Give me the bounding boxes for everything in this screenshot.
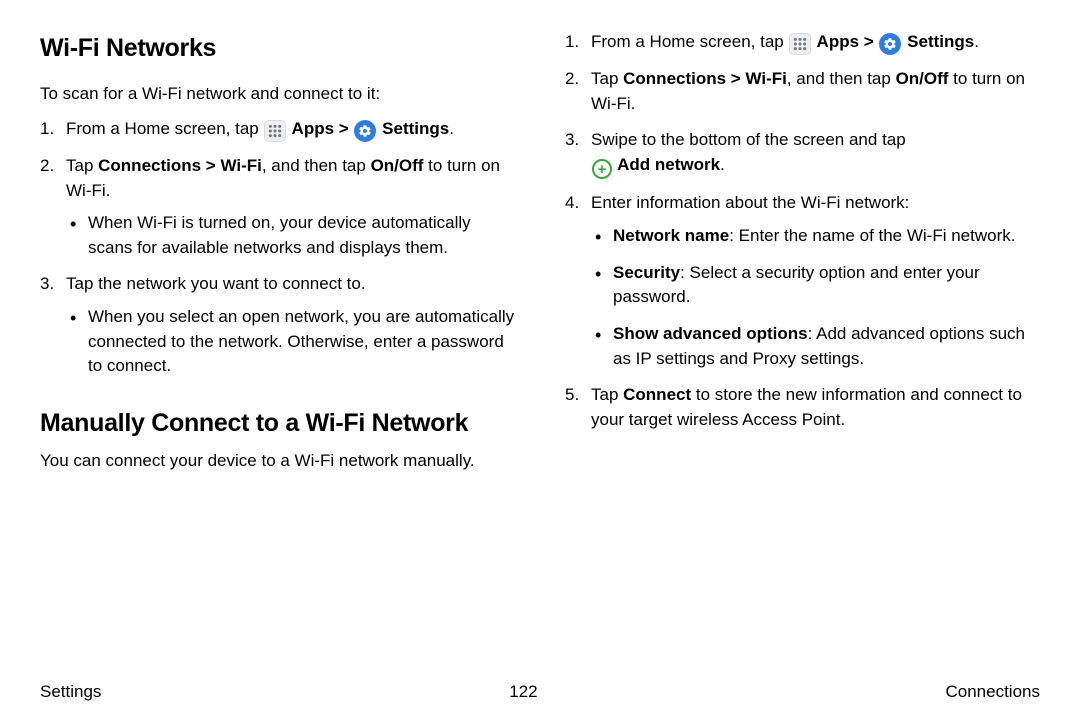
step-4: Enter information about the Wi-Fi networ… — [565, 191, 1040, 371]
bold: Show advanced options — [613, 324, 808, 343]
settings-label: Settings — [902, 32, 974, 51]
step-3: Tap the network you want to connect to. … — [40, 272, 515, 379]
page-content: Wi-Fi Networks To scan for a Wi-Fi netwo… — [0, 0, 1080, 660]
separator: > — [859, 32, 878, 51]
text: Tap — [591, 69, 623, 88]
footer-left: Settings — [40, 682, 101, 702]
bullet-security: Security: Select a security option and e… — [591, 261, 1040, 310]
apps-icon — [264, 120, 286, 142]
heading-manual-connect: Manually Connect to a Wi-Fi Network — [40, 405, 515, 441]
step-3-bullet: When you select an open network, you are… — [66, 305, 515, 379]
apps-label: Apps — [812, 32, 859, 51]
bold: Network name — [613, 226, 729, 245]
add-network-label: Add network — [613, 155, 720, 174]
text: Swipe to the bottom of the screen and ta… — [591, 130, 906, 149]
bold: Connections > Wi-Fi — [623, 69, 787, 88]
text: From a Home screen, tap — [591, 32, 788, 51]
heading-wifi-networks: Wi-Fi Networks — [40, 30, 515, 66]
apps-label: Apps — [287, 119, 334, 138]
settings-icon — [879, 33, 901, 55]
step-2: Tap Connections > Wi-Fi, and then tap On… — [40, 154, 515, 261]
step-1: From a Home screen, tap Apps > Settings. — [40, 117, 515, 142]
add-icon: + — [592, 159, 612, 179]
bold: On/Off — [371, 156, 424, 175]
text: : Enter the name of the Wi-Fi network. — [729, 226, 1015, 245]
step-2: Tap Connections > Wi-Fi, and then tap On… — [565, 67, 1040, 116]
text: . — [449, 119, 454, 138]
text: From a Home screen, tap — [66, 119, 263, 138]
right-column: From a Home screen, tap Apps > Settings.… — [565, 30, 1040, 660]
bold: On/Off — [896, 69, 949, 88]
step-2-bullet: When Wi-Fi is turned on, your device aut… — [66, 211, 515, 260]
bold: Security — [613, 263, 680, 282]
page-footer: Settings 122 Connections — [40, 682, 1040, 702]
step-1: From a Home screen, tap Apps > Settings. — [565, 30, 1040, 55]
bold: Connect — [623, 385, 691, 404]
text: Tap — [591, 385, 623, 404]
bullet-advanced: Show advanced options: Add advanced opti… — [591, 322, 1040, 371]
manual-steps: From a Home screen, tap Apps > Settings.… — [565, 30, 1040, 433]
left-column: Wi-Fi Networks To scan for a Wi-Fi netwo… — [40, 30, 515, 660]
footer-right: Connections — [945, 682, 1040, 702]
text: Enter information about the Wi-Fi networ… — [591, 193, 909, 212]
scan-steps: From a Home screen, tap Apps > Settings.… — [40, 117, 515, 379]
text: , and then tap — [262, 156, 371, 175]
settings-label: Settings — [377, 119, 449, 138]
bold: Connections > Wi-Fi — [98, 156, 262, 175]
step-3: Swipe to the bottom of the screen and ta… — [565, 128, 1040, 179]
separator: > — [334, 119, 353, 138]
text: . — [974, 32, 979, 51]
step-5: Tap Connect to store the new information… — [565, 383, 1040, 432]
bullet-network-name: Network name: Enter the name of the Wi-F… — [591, 224, 1040, 249]
text: Tap — [66, 156, 98, 175]
text: . — [720, 155, 725, 174]
manual-intro: You can connect your device to a Wi-Fi n… — [40, 449, 515, 474]
intro-text: To scan for a Wi-Fi network and connect … — [40, 82, 515, 107]
apps-icon — [789, 33, 811, 55]
text: Tap the network you want to connect to. — [66, 274, 366, 293]
settings-icon — [354, 120, 376, 142]
footer-page-number: 122 — [509, 682, 537, 702]
text: , and then tap — [787, 69, 896, 88]
